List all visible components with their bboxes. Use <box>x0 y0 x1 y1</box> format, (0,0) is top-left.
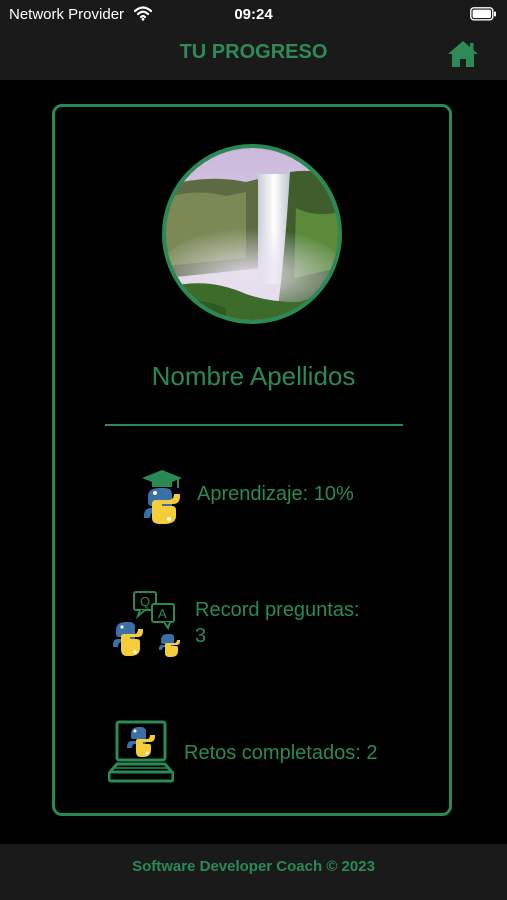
divider <box>105 424 403 426</box>
quiz-record-value: 3 <box>195 625 207 647</box>
battery-icon <box>470 7 497 25</box>
status-bar: Network Provider 09:24 <box>0 0 507 28</box>
svg-text:Q: Q <box>140 594 150 609</box>
footer: Software Developer Coach © 2023 <box>0 844 507 900</box>
python-graduate-icon <box>138 468 186 526</box>
quiz-record-label: Record preguntas: <box>195 599 360 621</box>
home-icon <box>448 41 478 67</box>
python-laptop-icon <box>106 720 176 784</box>
page-title: TU PROGRESO <box>179 41 328 63</box>
home-button[interactable] <box>446 39 480 69</box>
python-qa-icon: Q A <box>112 590 184 658</box>
avatar <box>162 144 342 324</box>
quiz-record-stat: Record preguntas: 3 <box>195 597 360 649</box>
footer-text: Software Developer Coach © 2023 <box>132 858 375 875</box>
user-name: Nombre Apellidos <box>151 361 356 391</box>
status-time: 09:24 <box>234 6 273 23</box>
nav-bar: TU PROGRESO <box>0 28 507 80</box>
waterfall-photo <box>166 148 338 320</box>
svg-text:A: A <box>158 606 167 621</box>
challenges-stat: Retos completados: 2 <box>184 742 378 764</box>
learning-stat: Aprendizaje: 10% <box>197 483 354 505</box>
